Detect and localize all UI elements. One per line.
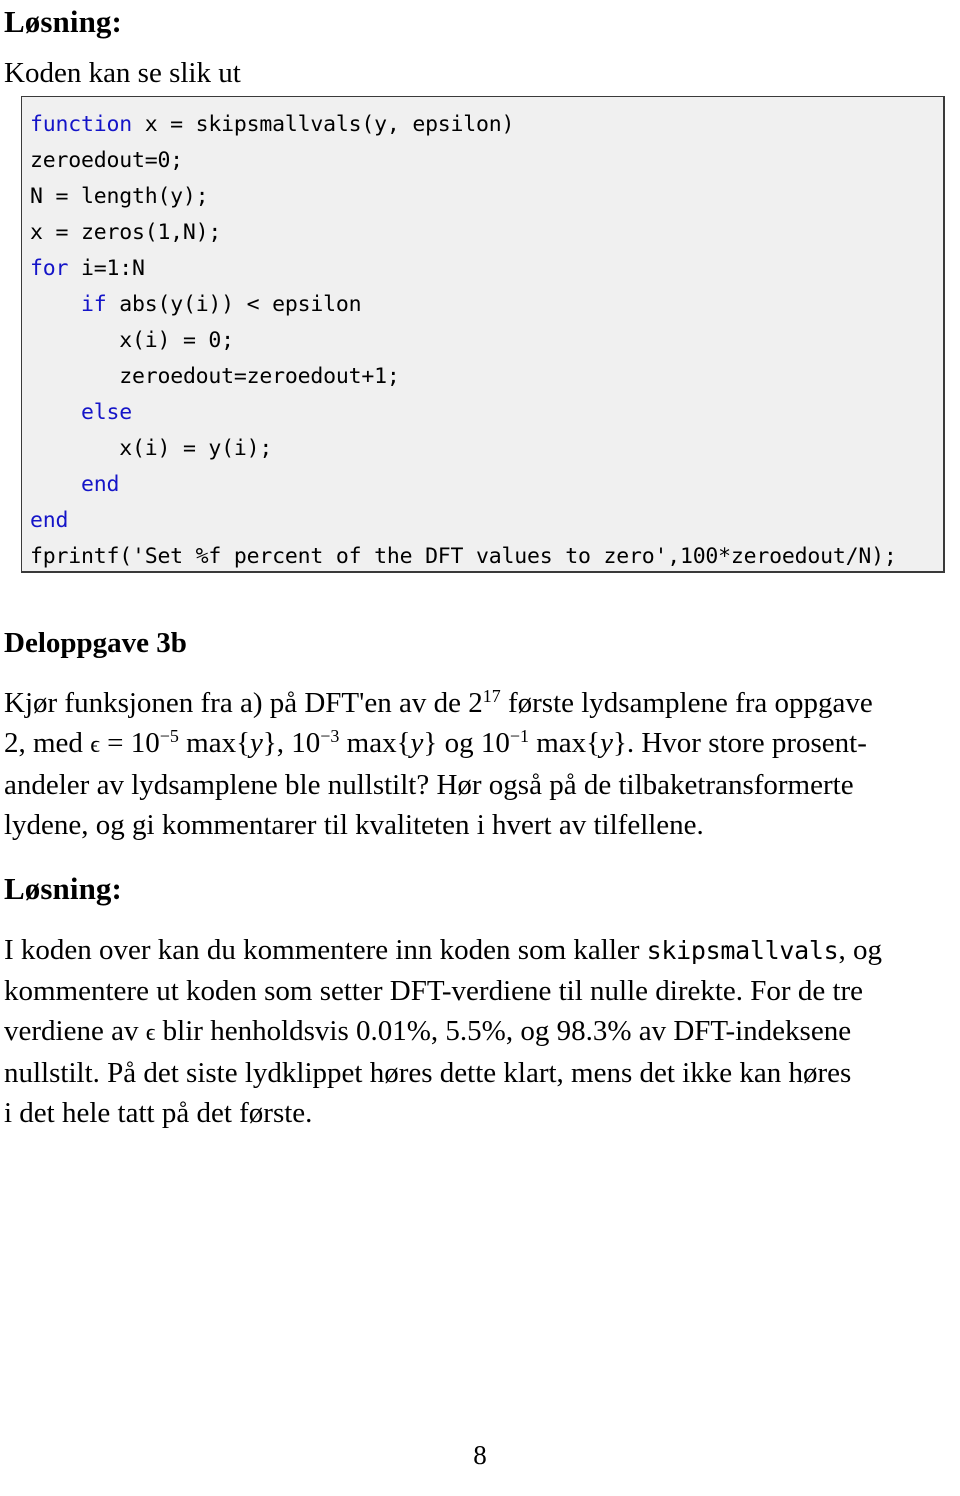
page-number: 8 bbox=[473, 1440, 487, 1470]
answer-line-2: kommentere ut koden som setter DFT-verdi… bbox=[4, 975, 864, 1007]
code-line: function x = skipsmallvals(y, epsilon) bbox=[30, 107, 943, 143]
code-text: zeroedout=zeroedout+1; bbox=[119, 364, 400, 389]
solution-heading-wrap: Løsning: bbox=[0, 871, 960, 906]
code-text: x = zeros(1,N); bbox=[30, 220, 222, 245]
exponent: −1 bbox=[509, 725, 529, 746]
code-keyword: for bbox=[30, 256, 69, 281]
answer-line-4: nullstilt. På det siste lydklippet høres… bbox=[4, 1057, 852, 1089]
answer-paragraph: I koden over kan du kommentere inn koden… bbox=[0, 930, 960, 1133]
code-line: for i=1:N bbox=[30, 251, 943, 287]
code-keyword: function bbox=[30, 112, 132, 137]
answer-line-5: i det hele tatt på det første. bbox=[4, 1097, 313, 1129]
code-text: zeroedout=0; bbox=[30, 148, 183, 173]
solution-heading-top: Løsning: bbox=[4, 4, 122, 39]
code-text: abs(y(i)) < epsilon bbox=[106, 292, 362, 317]
document-page: Løsning: Koden kan se slik ut function x… bbox=[0, 0, 960, 1496]
code-keyword: end bbox=[30, 508, 69, 533]
code-line: if abs(y(i)) < epsilon bbox=[30, 287, 943, 323]
code-line: N = length(y); bbox=[30, 179, 943, 215]
task-line-2: 2, med ϵ = 10−5 max{y}, 10−3 max{y} og 1… bbox=[4, 725, 867, 759]
function-name: skipsmallvals bbox=[646, 936, 839, 965]
answer-line-1: I koden over kan du kommentere inn koden… bbox=[4, 934, 882, 966]
code-line: else bbox=[30, 395, 943, 431]
section-heading-wrap: Deloppgave 3b bbox=[0, 627, 960, 659]
task-paragraph: Kjør funksjonen fra a) på DFT'en av de 2… bbox=[0, 683, 960, 845]
code-line: zeroedout=0; bbox=[30, 143, 943, 179]
epsilon-symbol: ϵ bbox=[90, 732, 100, 758]
code-line: fprintf('Set %f percent of the DFT value… bbox=[30, 539, 943, 571]
code-text: fprintf('Set %f percent of the DFT value… bbox=[30, 544, 897, 569]
code-keyword: if bbox=[80, 292, 107, 317]
task-line-4: lydene, og gi kommentarer til kvaliteten… bbox=[4, 809, 704, 841]
exponent: 17 bbox=[482, 685, 501, 706]
code-text: x = skipsmallvals(y, epsilon) bbox=[131, 112, 515, 137]
exponent: −5 bbox=[159, 725, 179, 746]
code-line: x(i) = 0; bbox=[30, 323, 943, 359]
answer-line-3: verdiene av ϵ blir henholdsvis 0.01%, 5.… bbox=[4, 1015, 852, 1047]
exponent: −3 bbox=[320, 725, 340, 746]
epsilon-symbol: ϵ bbox=[145, 1020, 156, 1046]
code-line: end bbox=[30, 467, 943, 503]
task-line-3: andeler av lydsamplene ble nullstilt? Hø… bbox=[4, 769, 854, 801]
lead-line: Koden kan se slik ut bbox=[4, 56, 241, 89]
variable-y: y bbox=[600, 727, 613, 759]
code-text: i=1:N bbox=[68, 256, 145, 281]
variable-y: y bbox=[250, 727, 263, 759]
code-line: x = zeros(1,N); bbox=[30, 215, 943, 251]
code-line: x(i) = y(i); bbox=[30, 431, 943, 467]
code-line: zeroedout=zeroedout+1; bbox=[30, 359, 943, 395]
variable-y: y bbox=[410, 727, 424, 759]
solution-heading-bottom: Løsning: bbox=[4, 871, 122, 906]
code-keyword: else bbox=[80, 400, 132, 425]
code-text: N = length(y); bbox=[30, 184, 209, 209]
code-block: function x = skipsmallvals(y, epsilon) z… bbox=[21, 96, 945, 573]
code-text: x(i) = y(i); bbox=[119, 436, 273, 461]
answer-paragraph-text: I koden over kan du kommentere inn koden… bbox=[0, 930, 960, 1133]
code-keyword: end bbox=[80, 472, 120, 497]
section-heading: Deloppgave 3b bbox=[4, 627, 187, 659]
code-line: end bbox=[30, 503, 943, 539]
task-paragraph-text: Kjør funksjonen fra a) på DFT'en av de 2… bbox=[0, 683, 960, 845]
task-line-1: Kjør funksjonen fra a) på DFT'en av de 2… bbox=[4, 685, 873, 719]
code-text: x(i) = 0; bbox=[119, 328, 234, 353]
